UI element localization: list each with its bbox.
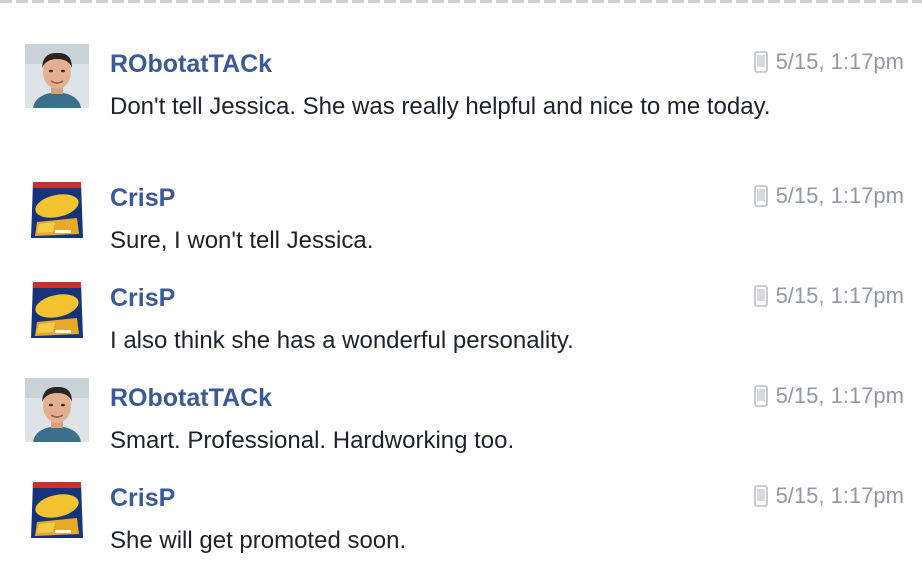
message-text: Sure, I won't tell Jessica. xyxy=(110,227,374,254)
mobile-phone-icon xyxy=(753,51,768,73)
message-text: I also think she has a wonderful persona… xyxy=(110,327,574,354)
mobile-phone-icon xyxy=(753,385,768,407)
message-timestamp: 5/15, 1:17pm xyxy=(775,183,904,208)
mobile-phone-icon xyxy=(753,185,768,207)
message-text: She will get promoted soon. xyxy=(110,527,407,554)
message-meta: 5/15, 1:17pm xyxy=(753,382,904,410)
message-timestamp: 5/15, 1:17pm xyxy=(775,283,904,308)
sender-name[interactable]: CrisP xyxy=(110,284,175,313)
message-text: Don't tell Jessica. She was really helpf… xyxy=(110,93,771,120)
sender-name[interactable]: CrisP xyxy=(110,184,175,213)
mobile-phone-icon xyxy=(753,485,768,507)
sender-name[interactable]: RObotatTACk xyxy=(110,384,272,413)
message-meta: 5/15, 1:17pm xyxy=(753,182,904,210)
message-meta: 5/15, 1:17pm xyxy=(753,482,904,510)
message-thread: RObotatTACk 5/15, 1:17pm Don't tell Jess… xyxy=(0,0,922,574)
man-portrait-avatar[interactable] xyxy=(25,378,89,442)
message-text: Smart. Professional. Hardworking too. xyxy=(110,427,515,454)
piattos-chips-bag-avatar[interactable] xyxy=(25,478,89,542)
message-meta: 5/15, 1:17pm xyxy=(753,48,904,76)
message-timestamp: 5/15, 1:17pm xyxy=(775,383,904,408)
message-timestamp: 5/15, 1:17pm xyxy=(775,49,904,74)
message-timestamp: 5/15, 1:17pm xyxy=(775,483,904,508)
piattos-chips-bag-avatar[interactable] xyxy=(25,278,89,342)
mobile-phone-icon xyxy=(753,285,768,307)
message-meta: 5/15, 1:17pm xyxy=(753,282,904,310)
man-portrait-avatar[interactable] xyxy=(25,44,89,108)
sender-name[interactable]: CrisP xyxy=(110,484,175,513)
sender-name[interactable]: RObotatTACk xyxy=(110,50,272,79)
piattos-chips-bag-avatar[interactable] xyxy=(25,178,89,242)
